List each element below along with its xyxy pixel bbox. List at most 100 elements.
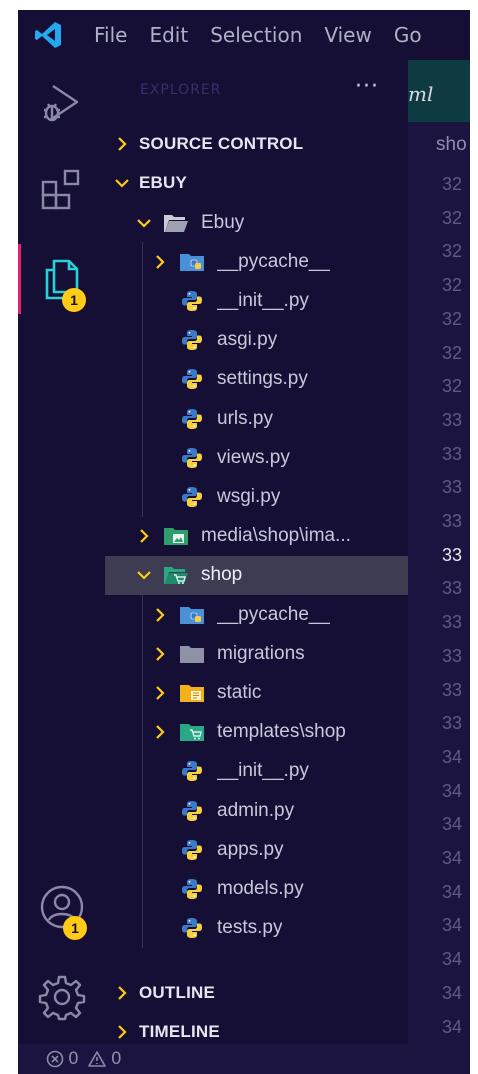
tree-item-label: migrations <box>217 642 305 664</box>
line-number: 33 <box>442 713 463 734</box>
templates-folder-icon <box>179 720 205 744</box>
vscode-window: File Edit Selection View Go 1 1 EXPLORER… <box>18 10 470 1074</box>
line-number: 34 <box>442 814 463 835</box>
problems-warnings[interactable]: 0 <box>87 1049 122 1069</box>
status-bar: 0 0 <box>18 1044 470 1074</box>
editor-tab[interactable]: ml <box>408 60 470 122</box>
chevron-right-icon <box>151 684 169 702</box>
python-file-icon <box>179 367 205 391</box>
menu-file[interactable]: File <box>94 23 127 47</box>
gear-icon <box>38 975 85 1021</box>
menu-selection[interactable]: Selection <box>210 23 302 47</box>
tree-item-label: __init__.py <box>217 289 309 311</box>
section-label: TIMELINE <box>139 1022 220 1041</box>
python-file-icon <box>179 485 205 509</box>
line-number: 34 <box>442 982 463 1003</box>
python-file-icon <box>179 877 205 901</box>
section-label: SOURCE CONTROL <box>139 134 304 153</box>
editor-area: ml sho 32 32 32 32 32 32 32 33 33 33 33 33 33 33 33 33 3… <box>408 60 470 1044</box>
tree-item[interactable]: Ebuy <box>105 203 408 242</box>
tree-item-label: admin.py <box>217 799 295 821</box>
problems-errors[interactable]: 0 <box>46 1049 79 1069</box>
tree-item[interactable]: media\shop\ima... <box>105 517 408 556</box>
tree-item-label: templates\shop <box>217 721 346 743</box>
warning-count: 0 <box>110 1049 122 1069</box>
chevron-right-icon <box>151 606 169 624</box>
vscode-logo-icon <box>18 10 78 60</box>
tree-item[interactable]: settings.py <box>105 360 408 399</box>
error-icon <box>46 1050 64 1068</box>
chevron-right-icon <box>105 1024 139 1040</box>
tree-item[interactable]: shop <box>105 555 408 595</box>
line-number: 34 <box>442 780 463 801</box>
tree-item[interactable]: apps.py <box>105 830 408 869</box>
chevron-down-icon <box>135 214 153 232</box>
breadcrumb[interactable]: sho <box>436 134 467 156</box>
section-ebuy[interactable]: EBUY <box>105 164 408 202</box>
tree-item[interactable]: __init__.py <box>105 752 408 791</box>
tree-item-label: media\shop\ima... <box>201 525 351 547</box>
tab-label: ml <box>408 82 434 106</box>
line-number: 33 <box>442 477 463 498</box>
line-number: 34 <box>442 949 463 970</box>
tree-item[interactable]: __pycache__ <box>105 595 408 634</box>
explorer-badge: 1 <box>62 288 86 312</box>
tree-item[interactable]: __init__.py <box>105 281 408 320</box>
media-folder-icon <box>163 524 189 548</box>
tree-item[interactable]: asgi.py <box>105 321 408 360</box>
chevron-right-icon <box>105 136 139 152</box>
menu-bar: File Edit Selection View Go <box>78 10 428 60</box>
python-file-icon <box>179 407 205 431</box>
tree-item-label: asgi.py <box>217 329 278 351</box>
tree-item-label: __init__.py <box>217 760 309 782</box>
tree-item[interactable]: templates\shop <box>105 713 408 752</box>
python-file-icon <box>179 289 205 313</box>
menu-go[interactable]: Go <box>394 23 422 47</box>
menu-view[interactable]: View <box>324 23 371 47</box>
indent-guide <box>142 242 143 517</box>
extensions-button[interactable] <box>18 155 105 225</box>
line-number: 33 <box>442 409 463 430</box>
indent-guide <box>142 595 143 948</box>
explorer-header: EXPLORER ··· <box>105 60 408 122</box>
tree-item[interactable]: tests.py <box>105 909 408 948</box>
tree-item-label: urls.py <box>217 407 273 429</box>
tree-item-label: models.py <box>217 877 304 899</box>
tree-item[interactable]: static <box>105 673 408 712</box>
tree-item-label: apps.py <box>217 838 284 860</box>
chevron-right-icon <box>151 723 169 741</box>
tree-item[interactable]: migrations <box>105 634 408 673</box>
tree-item[interactable]: urls.py <box>105 399 408 438</box>
section-outline[interactable]: OUTLINE <box>105 974 408 1012</box>
tree-item[interactable]: wsgi.py <box>105 477 408 516</box>
run-debug-button[interactable] <box>18 68 105 138</box>
accounts-button[interactable]: 1 <box>18 872 105 942</box>
chevron-right-icon <box>135 527 153 545</box>
tree-item-label: Ebuy <box>201 211 245 233</box>
section-source-control[interactable]: SOURCE CONTROL <box>105 125 408 163</box>
python-file-icon <box>179 799 205 823</box>
python-file-icon <box>179 838 205 862</box>
menu-edit[interactable]: Edit <box>149 23 188 47</box>
python-file-icon <box>179 759 205 783</box>
line-number: 33 <box>442 679 463 700</box>
more-actions-icon[interactable]: ··· <box>355 74 379 99</box>
line-number: 33 <box>442 578 463 599</box>
explorer-button[interactable]: 1 <box>18 244 105 314</box>
line-number: 32 <box>442 308 463 329</box>
manage-button[interactable] <box>18 962 105 1032</box>
explorer-title: EXPLORER <box>140 82 222 98</box>
python-folder-icon <box>179 250 205 274</box>
tree-item-label: shop <box>201 564 243 586</box>
tree-item[interactable]: models.py <box>105 869 408 908</box>
tree-item[interactable]: views.py <box>105 438 408 477</box>
section-timeline[interactable]: TIMELINE <box>105 1013 408 1044</box>
chevron-right-icon <box>151 253 169 271</box>
python-file-icon <box>179 446 205 470</box>
tree-item[interactable]: admin.py <box>105 791 408 830</box>
line-number: 32 <box>442 275 463 296</box>
tree-item[interactable]: __pycache__ <box>105 242 408 281</box>
run-debug-icon <box>43 85 78 122</box>
line-number: 34 <box>442 915 463 936</box>
line-number: 33 <box>442 645 463 666</box>
